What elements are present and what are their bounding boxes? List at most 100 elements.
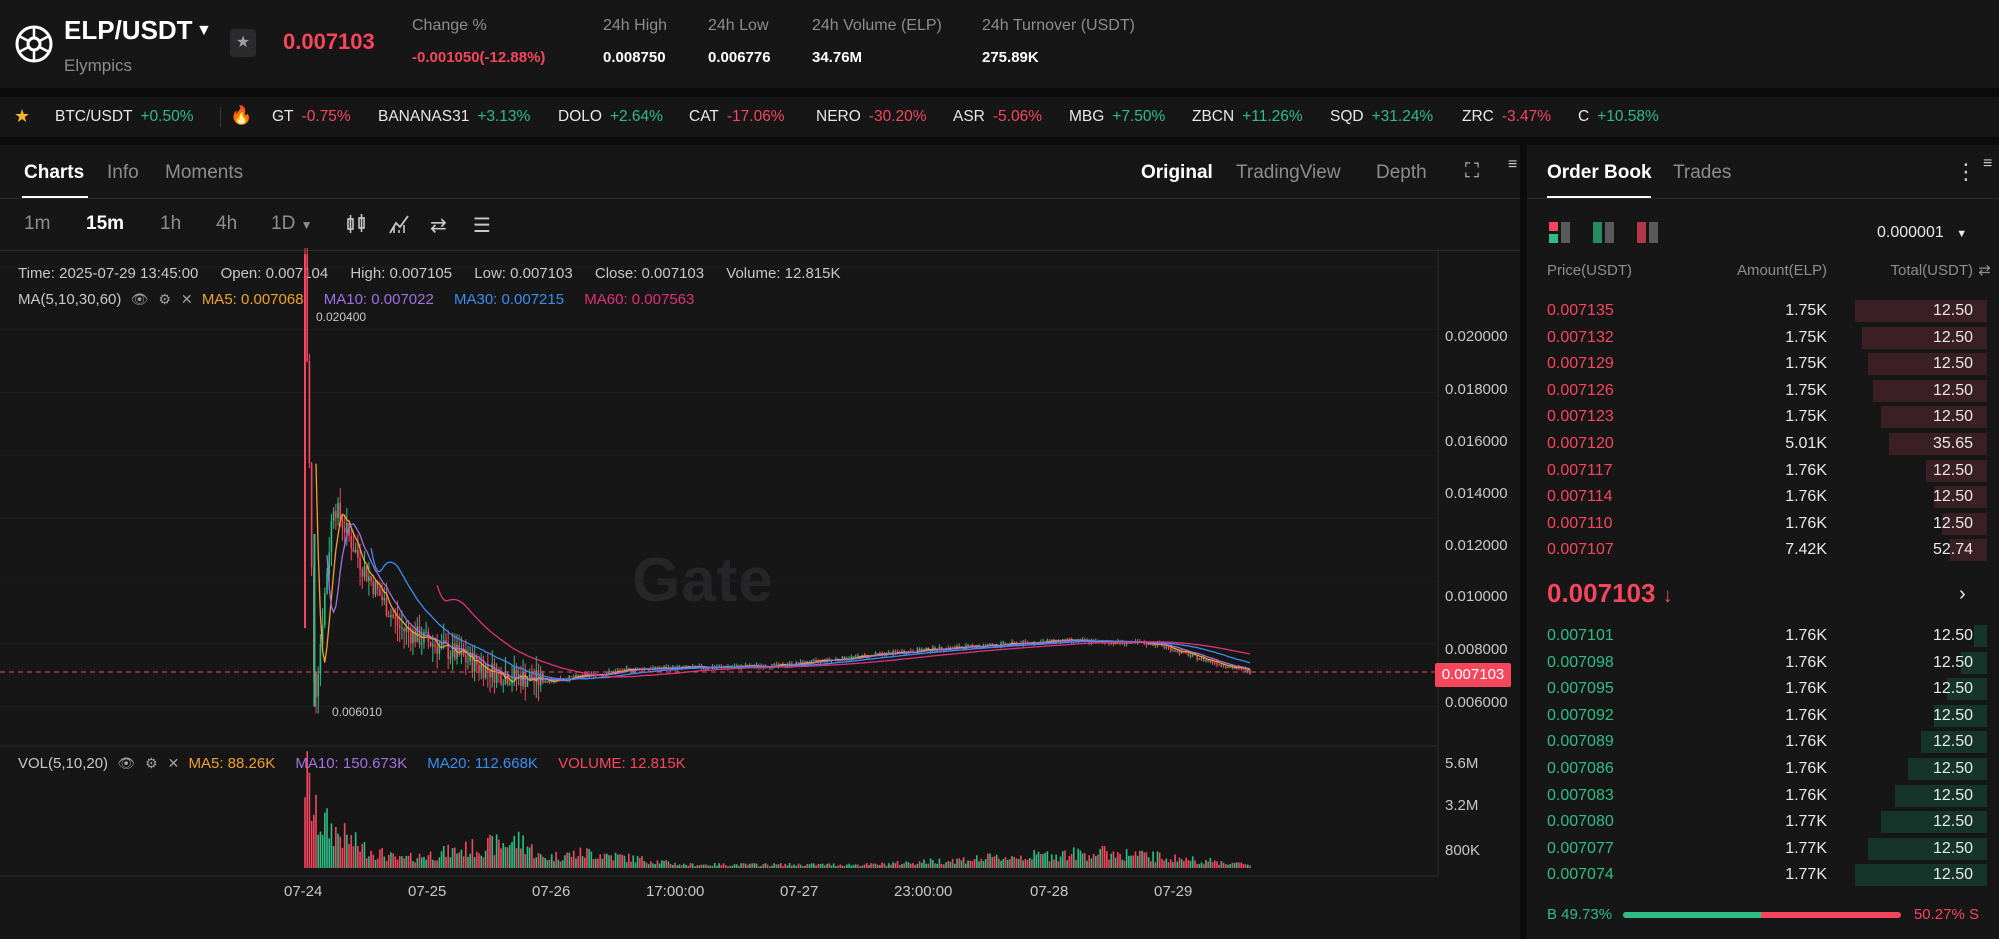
bid-row[interactable]: 0.007086 1.76K 12.50 bbox=[1527, 756, 1999, 782]
up-candle bbox=[401, 628, 403, 630]
volume-bar bbox=[883, 863, 886, 868]
asks-only-view-icon[interactable] bbox=[1637, 222, 1659, 244]
ticker-item[interactable]: NERO -30.20% bbox=[816, 108, 927, 126]
volume-bar bbox=[506, 847, 509, 868]
volume-bar bbox=[583, 857, 586, 868]
ask-row[interactable]: 0.007135 1.75K 12.50 bbox=[1527, 298, 1999, 324]
volume-bar bbox=[1134, 851, 1137, 868]
volume-bar bbox=[680, 865, 683, 868]
volume-bar bbox=[808, 864, 811, 868]
volume-bar bbox=[546, 859, 549, 868]
fullscreen-icon[interactable]: ⛶ bbox=[1465, 160, 1479, 183]
caret-down-icon[interactable]: ▼ bbox=[196, 22, 212, 40]
ask-row[interactable]: 0.007107 7.42K 52.74 bbox=[1527, 537, 1999, 563]
both-sides-view-icon[interactable] bbox=[1549, 222, 1571, 244]
bid-row[interactable]: 0.007092 1.76K 12.50 bbox=[1527, 703, 1999, 729]
ticker-item[interactable]: C +10.58% bbox=[1578, 108, 1659, 126]
down-candle bbox=[1169, 647, 1172, 651]
ask-row[interactable]: 0.007126 1.75K 12.50 bbox=[1527, 378, 1999, 404]
ask-row[interactable]: 0.007129 1.75K 12.50 bbox=[1527, 351, 1999, 377]
bid-row[interactable]: 0.007083 1.76K 12.50 bbox=[1527, 783, 1999, 809]
precision-selector[interactable]: 0.000001 ▼ bbox=[1877, 224, 1967, 242]
down-candle bbox=[1145, 643, 1148, 645]
ask-row[interactable]: 0.007120 5.01K 35.65 bbox=[1527, 431, 1999, 457]
ticker-item[interactable]: CAT -17.06% bbox=[689, 108, 785, 126]
order-amount: 1.77K bbox=[1785, 839, 1827, 857]
indicators-icon[interactable] bbox=[388, 213, 410, 241]
ticker-item[interactable]: BTC/USDT +0.50% bbox=[55, 108, 194, 126]
eye-icon[interactable]: 👁 bbox=[117, 755, 135, 772]
more-options-icon[interactable]: ⋮ bbox=[1955, 159, 1977, 185]
bid-row[interactable]: 0.007089 1.76K 12.50 bbox=[1527, 729, 1999, 755]
timeframe-1h[interactable]: 1h bbox=[160, 213, 181, 235]
bids-only-view-icon[interactable] bbox=[1593, 222, 1615, 244]
ticker-item[interactable]: GT -0.75% bbox=[272, 108, 351, 126]
volume-bar bbox=[1022, 860, 1024, 868]
candlestick-chart[interactable] bbox=[0, 248, 1520, 878]
volume-bar bbox=[630, 861, 632, 868]
bid-row[interactable]: 0.007074 1.77K 12.50 bbox=[1527, 862, 1999, 888]
tab-moments[interactable]: Moments bbox=[165, 162, 243, 184]
ticker-item[interactable]: BANANAS31 +3.13% bbox=[378, 108, 530, 126]
ask-row[interactable]: 0.007110 1.76K 12.50 bbox=[1527, 511, 1999, 537]
volume-bar bbox=[645, 862, 648, 868]
timeframe-1m[interactable]: 1m bbox=[24, 213, 50, 235]
ticker-item[interactable]: ZBCN +11.26% bbox=[1192, 108, 1303, 126]
tab-depth[interactable]: Depth bbox=[1376, 162, 1427, 184]
swap-total-icon[interactable]: ⇄ bbox=[1978, 261, 1991, 279]
ticker-item[interactable]: ZRC -3.47% bbox=[1462, 108, 1551, 126]
tab-original[interactable]: Original bbox=[1141, 162, 1213, 184]
down-candle bbox=[429, 641, 432, 647]
order-total: 12.50 bbox=[1932, 514, 1973, 532]
ask-row[interactable]: 0.007132 1.75K 12.50 bbox=[1527, 325, 1999, 351]
favorites-star-icon[interactable]: ★ bbox=[14, 106, 30, 127]
volume-bar bbox=[863, 864, 866, 868]
volume-bar bbox=[553, 861, 555, 868]
vol-label: VOL(5,10,20) bbox=[18, 755, 109, 772]
pair-selector[interactable]: ELP/USDT bbox=[64, 15, 193, 46]
panel-menu-icon[interactable]: ≡ bbox=[1983, 155, 1992, 173]
stat-change: Change % -0.001050(-12.88%) bbox=[412, 17, 545, 66]
ask-row[interactable]: 0.007114 1.76K 12.50 bbox=[1527, 484, 1999, 510]
tab-order-book[interactable]: Order Book bbox=[1547, 162, 1652, 184]
volume-bar bbox=[788, 863, 791, 868]
settings-icon[interactable]: ⚙ bbox=[145, 755, 158, 772]
candlestick-type-icon[interactable] bbox=[345, 213, 367, 241]
list-settings-icon[interactable]: ☰ bbox=[473, 213, 491, 238]
down-candle bbox=[577, 675, 579, 677]
timeframe-4h[interactable]: 4h bbox=[216, 213, 237, 235]
timeframe-15m[interactable]: 15m bbox=[86, 213, 124, 235]
volume-bar bbox=[784, 863, 787, 868]
close-icon[interactable]: ✕ bbox=[168, 755, 180, 772]
price-axis-label: 0.006000 bbox=[1445, 694, 1508, 711]
stat-value: 0.008750 bbox=[603, 49, 666, 66]
timeframe-1d[interactable]: 1D ▼ bbox=[271, 213, 312, 235]
tab-trades[interactable]: Trades bbox=[1673, 162, 1731, 184]
panel-menu-icon[interactable]: ≡ bbox=[1508, 156, 1517, 174]
ticker-item[interactable]: SQD +31.24% bbox=[1330, 108, 1433, 126]
tab-charts[interactable]: Charts bbox=[24, 162, 84, 184]
volume-bar bbox=[872, 863, 875, 868]
ask-row[interactable]: 0.007123 1.75K 12.50 bbox=[1527, 404, 1999, 430]
order-amount: 1.76K bbox=[1785, 627, 1827, 644]
volume-bar bbox=[319, 831, 322, 868]
ticker-item[interactable]: ASR -5.06% bbox=[953, 108, 1042, 126]
swap-icon[interactable]: ⇄ bbox=[430, 213, 447, 238]
bid-row[interactable]: 0.007077 1.77K 12.50 bbox=[1527, 836, 1999, 862]
volume-bar bbox=[513, 835, 516, 868]
bid-row[interactable]: 0.007098 1.76K 12.50 bbox=[1527, 650, 1999, 676]
volume-bar bbox=[491, 836, 494, 868]
bid-row[interactable]: 0.007080 1.77K 12.50 bbox=[1527, 809, 1999, 835]
volume-bar bbox=[636, 856, 639, 868]
bid-row[interactable]: 0.007095 1.76K 12.50 bbox=[1527, 676, 1999, 702]
ticker-item[interactable]: DOLO +2.64% bbox=[558, 108, 663, 126]
tab-tradingview[interactable]: TradingView bbox=[1236, 162, 1341, 184]
volume-bar bbox=[976, 855, 978, 868]
ticker-item[interactable]: MBG +7.50% bbox=[1069, 108, 1165, 126]
ask-row[interactable]: 0.007117 1.76K 12.50 bbox=[1527, 458, 1999, 484]
bid-row[interactable]: 0.007101 1.76K 12.50 bbox=[1527, 623, 1999, 649]
chevron-right-icon[interactable]: › bbox=[1959, 583, 1966, 606]
volume-bar bbox=[528, 847, 531, 868]
tab-info[interactable]: Info bbox=[107, 162, 139, 184]
favorite-star-icon[interactable]: ★ bbox=[230, 29, 256, 57]
